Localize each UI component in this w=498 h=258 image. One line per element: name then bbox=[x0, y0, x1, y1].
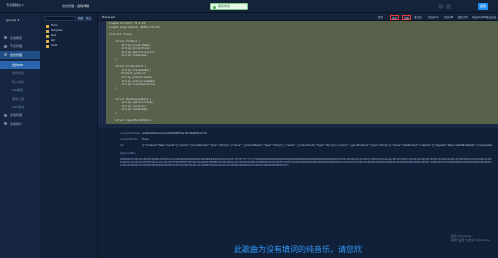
tree-item[interactable]: Template bbox=[46, 29, 62, 33]
code-line: } bbox=[109, 58, 117, 61]
compile-button[interactable]: 编译 bbox=[390, 15, 400, 20]
tree-item[interactable]: test2 bbox=[46, 44, 57, 48]
selection-highlight bbox=[106, 21, 498, 124]
contracts-icon bbox=[4, 53, 7, 56]
sidebar-item-label: 系统概览 bbox=[10, 35, 23, 40]
sidebar-item-label: 合约列表 bbox=[12, 71, 25, 76]
folder-icon bbox=[46, 29, 49, 33]
toast-text: 保存成功 bbox=[218, 4, 231, 8]
check-icon bbox=[213, 5, 216, 9]
tree-item-label: Template bbox=[51, 29, 63, 32]
sidebar-item-label: 节点管理 bbox=[10, 44, 23, 49]
export-java-button[interactable]: 导出Java bbox=[428, 15, 438, 20]
sidebar-item-abi-encode[interactable]: ABI编码 bbox=[0, 86, 40, 94]
bind-contract-button[interactable]: 绑定合约 bbox=[458, 15, 468, 20]
code-line: } bbox=[109, 112, 117, 115]
tree-item-label: Trace bbox=[51, 24, 58, 27]
bytecode-output: 608060405234801561001057600080fd5b50612a… bbox=[120, 158, 492, 167]
import-file-button[interactable]: 导入 bbox=[85, 16, 92, 21]
tx-audit-icon bbox=[4, 122, 7, 126]
folder-icon bbox=[46, 34, 49, 38]
tree-item[interactable]: test bbox=[46, 34, 56, 38]
sidebar-item-label: 合约管理 bbox=[10, 52, 23, 57]
code-line: } bbox=[109, 86, 117, 90]
tree-item-label: test bbox=[51, 34, 56, 37]
file-tree: 新建 导入 Trace Template test abc test2 bbox=[40, 13, 98, 258]
breadcrumb-parent[interactable]: 合约管理 › bbox=[62, 4, 76, 8]
new-file-button[interactable]: 新建 bbox=[77, 16, 84, 21]
sidebar-item-label: 导入合约 bbox=[12, 79, 25, 84]
editor-toolbar: Trace.sol 保存 编译 部署 发交易 导出Java 导出ABI 绑定合约 导出Java… bbox=[98, 13, 498, 21]
sidebar-item-label: 系统管理 bbox=[10, 113, 23, 118]
sidebar-item-event-subscribe[interactable]: 事件订阅 bbox=[0, 95, 40, 103]
code-line: pragma experimental ABIEncoderV2; bbox=[109, 25, 161, 29]
tree-item-label: abc bbox=[51, 39, 56, 42]
breadcrumb-current: 合约详情 bbox=[77, 4, 90, 8]
line-gutter bbox=[98, 21, 106, 124]
settings-icon[interactable] bbox=[446, 4, 451, 9]
folder-icon bbox=[46, 39, 49, 43]
success-toast: 保存成功 bbox=[210, 3, 248, 10]
sidebar-item-label: 事件订阅 bbox=[12, 96, 25, 101]
video-subtitle: 此歌曲为没有填词的纯音乐，请您欣 bbox=[234, 245, 362, 254]
sidebar-item-nodes[interactable]: 节点管理 bbox=[0, 42, 40, 50]
export-java-bin-button[interactable]: 导出Java/Bin bbox=[472, 15, 487, 20]
top-bar: 节点控制台 ▾ 合约管理 › 合约详情 保存成功 返回 bbox=[0, 0, 498, 13]
sidebar-item-system[interactable]: 系统管理 bbox=[0, 111, 40, 119]
export-abi-button[interactable]: 导出ABI bbox=[444, 15, 453, 20]
tree-item[interactable]: abc bbox=[46, 39, 56, 43]
deploy-button[interactable]: 部署 bbox=[402, 15, 412, 20]
overview-icon bbox=[4, 36, 7, 40]
sidebar-item-label: ABI编码 bbox=[12, 88, 23, 93]
file-search-input[interactable] bbox=[44, 16, 76, 21]
sidebar-item-label: CNS查询 bbox=[12, 105, 25, 109]
folder-icon bbox=[46, 44, 49, 48]
sidebar-item-contracts[interactable]: 合约管理 bbox=[0, 50, 40, 59]
group-selector[interactable]: group1 ▾ bbox=[6, 18, 19, 22]
tree-item[interactable]: Trace bbox=[46, 24, 58, 28]
contract-address-value: 0x4b6d3b2a1ee47ac8d9808870a76cd9e6f0b12c… bbox=[142, 132, 207, 135]
tree-item-label: test2 bbox=[51, 44, 58, 47]
send-transaction-button[interactable]: 发送交易 bbox=[486, 15, 496, 20]
nodes-icon bbox=[4, 44, 7, 48]
folder-icon bbox=[46, 24, 49, 28]
send-tx-button[interactable]: 发交易 bbox=[414, 15, 422, 20]
sidebar-item-label: 合约IDE bbox=[12, 63, 24, 67]
activation-watermark: 激活 Windows 转到"设置"以激活 Windows。 bbox=[451, 234, 492, 242]
contract-name-value: Trace bbox=[142, 138, 149, 141]
app-title[interactable]: 节点控制台 ▾ bbox=[6, 3, 23, 7]
output-panel: contractAddress 0x4b6d3b2a1ee47ac8d980887… bbox=[98, 128, 498, 258]
system-icon bbox=[4, 113, 7, 117]
breadcrumb: 合约管理 › 合约详情 bbox=[62, 4, 89, 8]
editor-tab[interactable]: Trace.sol bbox=[102, 15, 115, 19]
back-button[interactable]: 返回 bbox=[478, 3, 489, 10]
sidebar-item-tx-audit[interactable]: 交易审计 bbox=[0, 120, 40, 128]
abi-value: [{"constant":false,"inputs":[{"name":"_t… bbox=[142, 144, 492, 147]
sidebar-item-contract-list[interactable]: 合约列表 bbox=[0, 69, 40, 77]
sidebar-item-cns-query[interactable]: CNS查询 bbox=[0, 103, 40, 111]
contract-name-label: contractName bbox=[120, 138, 138, 141]
save-button[interactable]: 保存 bbox=[378, 15, 383, 20]
code-editor[interactable]: pragma solidity ^0.4.24; pragma experimen… bbox=[98, 21, 498, 124]
watermark-hint: 转到"设置"以激活 Windows。 bbox=[450, 238, 492, 242]
abi-label: abi bbox=[120, 144, 124, 147]
contract-address-label: contractAddress bbox=[120, 132, 141, 135]
sidebar-item-import-contract[interactable]: 导入合约 bbox=[0, 78, 40, 86]
bytecode-bin-label: bytecodeBin bbox=[120, 152, 136, 155]
code-line: struct SuperMarketData { bbox=[109, 119, 153, 123]
sidebar: group1 ▾ 系统概览节点管理合约管理合约IDE 合约列表导入合约 ABI编码事… bbox=[0, 13, 40, 258]
sidebar-item-contract-ide[interactable]: 合约IDE bbox=[0, 61, 40, 69]
user-avatar-icon[interactable] bbox=[438, 4, 443, 9]
sidebar-item-label: 交易审计 bbox=[10, 121, 23, 126]
code-line: contract Trace{ bbox=[109, 32, 133, 36]
sidebar-item-overview[interactable]: 系统概览 bbox=[0, 34, 40, 42]
